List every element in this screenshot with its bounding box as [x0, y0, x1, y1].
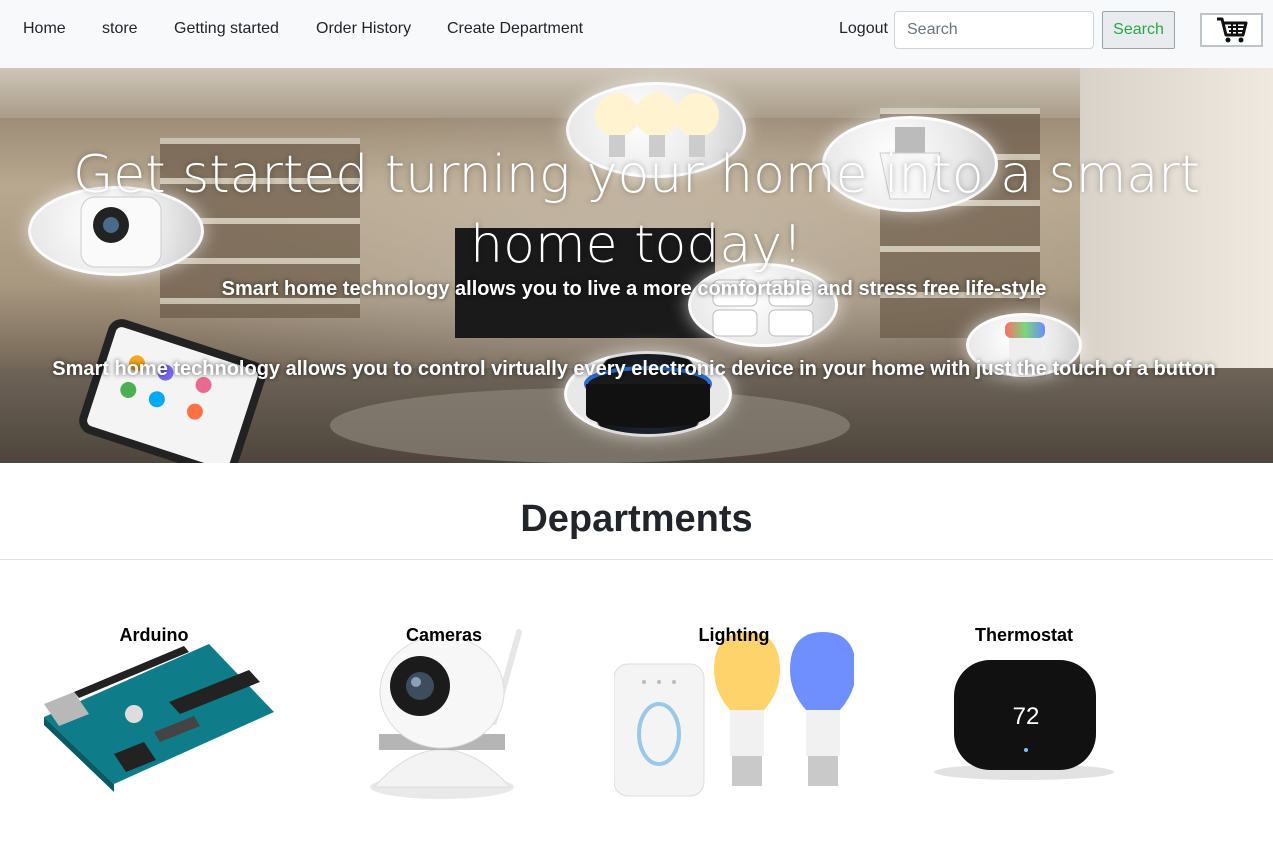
nav-link-home[interactable]: Home: [23, 20, 66, 38]
security-camera-image: [370, 629, 522, 799]
shopping-cart-icon: [1216, 17, 1247, 43]
department-label: Lighting: [698, 625, 770, 645]
department-label: Cameras: [405, 625, 483, 645]
nav-link-create-department[interactable]: Create Department: [447, 20, 583, 38]
department-label: Thermostat: [974, 625, 1073, 645]
navbar: Home store Getting started Order History…: [0, 0, 1273, 68]
departments-heading: Departments: [520, 498, 753, 540]
search-input[interactable]: [894, 11, 1094, 49]
hero-title: Get started turning your home into a sma…: [72, 145, 1201, 275]
smart-bulbs-image: [614, 632, 854, 797]
nav-link-order-history[interactable]: Order History: [316, 20, 411, 38]
hero-subtitle: Smart home technology allows you to live…: [221, 278, 1047, 300]
search-button[interactable]: Search: [1102, 11, 1175, 49]
thermostat-reading: 72: [1013, 703, 1040, 730]
divider: [0, 559, 1273, 560]
department-card-arduino[interactable]: Arduino: [34, 622, 274, 822]
department-label: Arduino: [119, 625, 189, 645]
nav-link-getting-started[interactable]: Getting started: [174, 20, 279, 38]
arduino-board-image: [44, 644, 274, 792]
thermostat-image: 72: [934, 660, 1114, 780]
department-card-lighting[interactable]: Lighting: [614, 622, 854, 822]
hero-subtitle: Smart home technology allows you to cont…: [52, 358, 1216, 380]
department-card-thermostat[interactable]: 72 Thermostat: [904, 622, 1144, 822]
department-card-cameras[interactable]: Cameras: [324, 622, 564, 822]
logout-link[interactable]: Logout: [839, 20, 888, 38]
hero-banner: Get started turning your home into a sma…: [0, 68, 1273, 463]
nav-link-store[interactable]: store: [102, 20, 138, 38]
cart-button[interactable]: [1200, 13, 1263, 47]
